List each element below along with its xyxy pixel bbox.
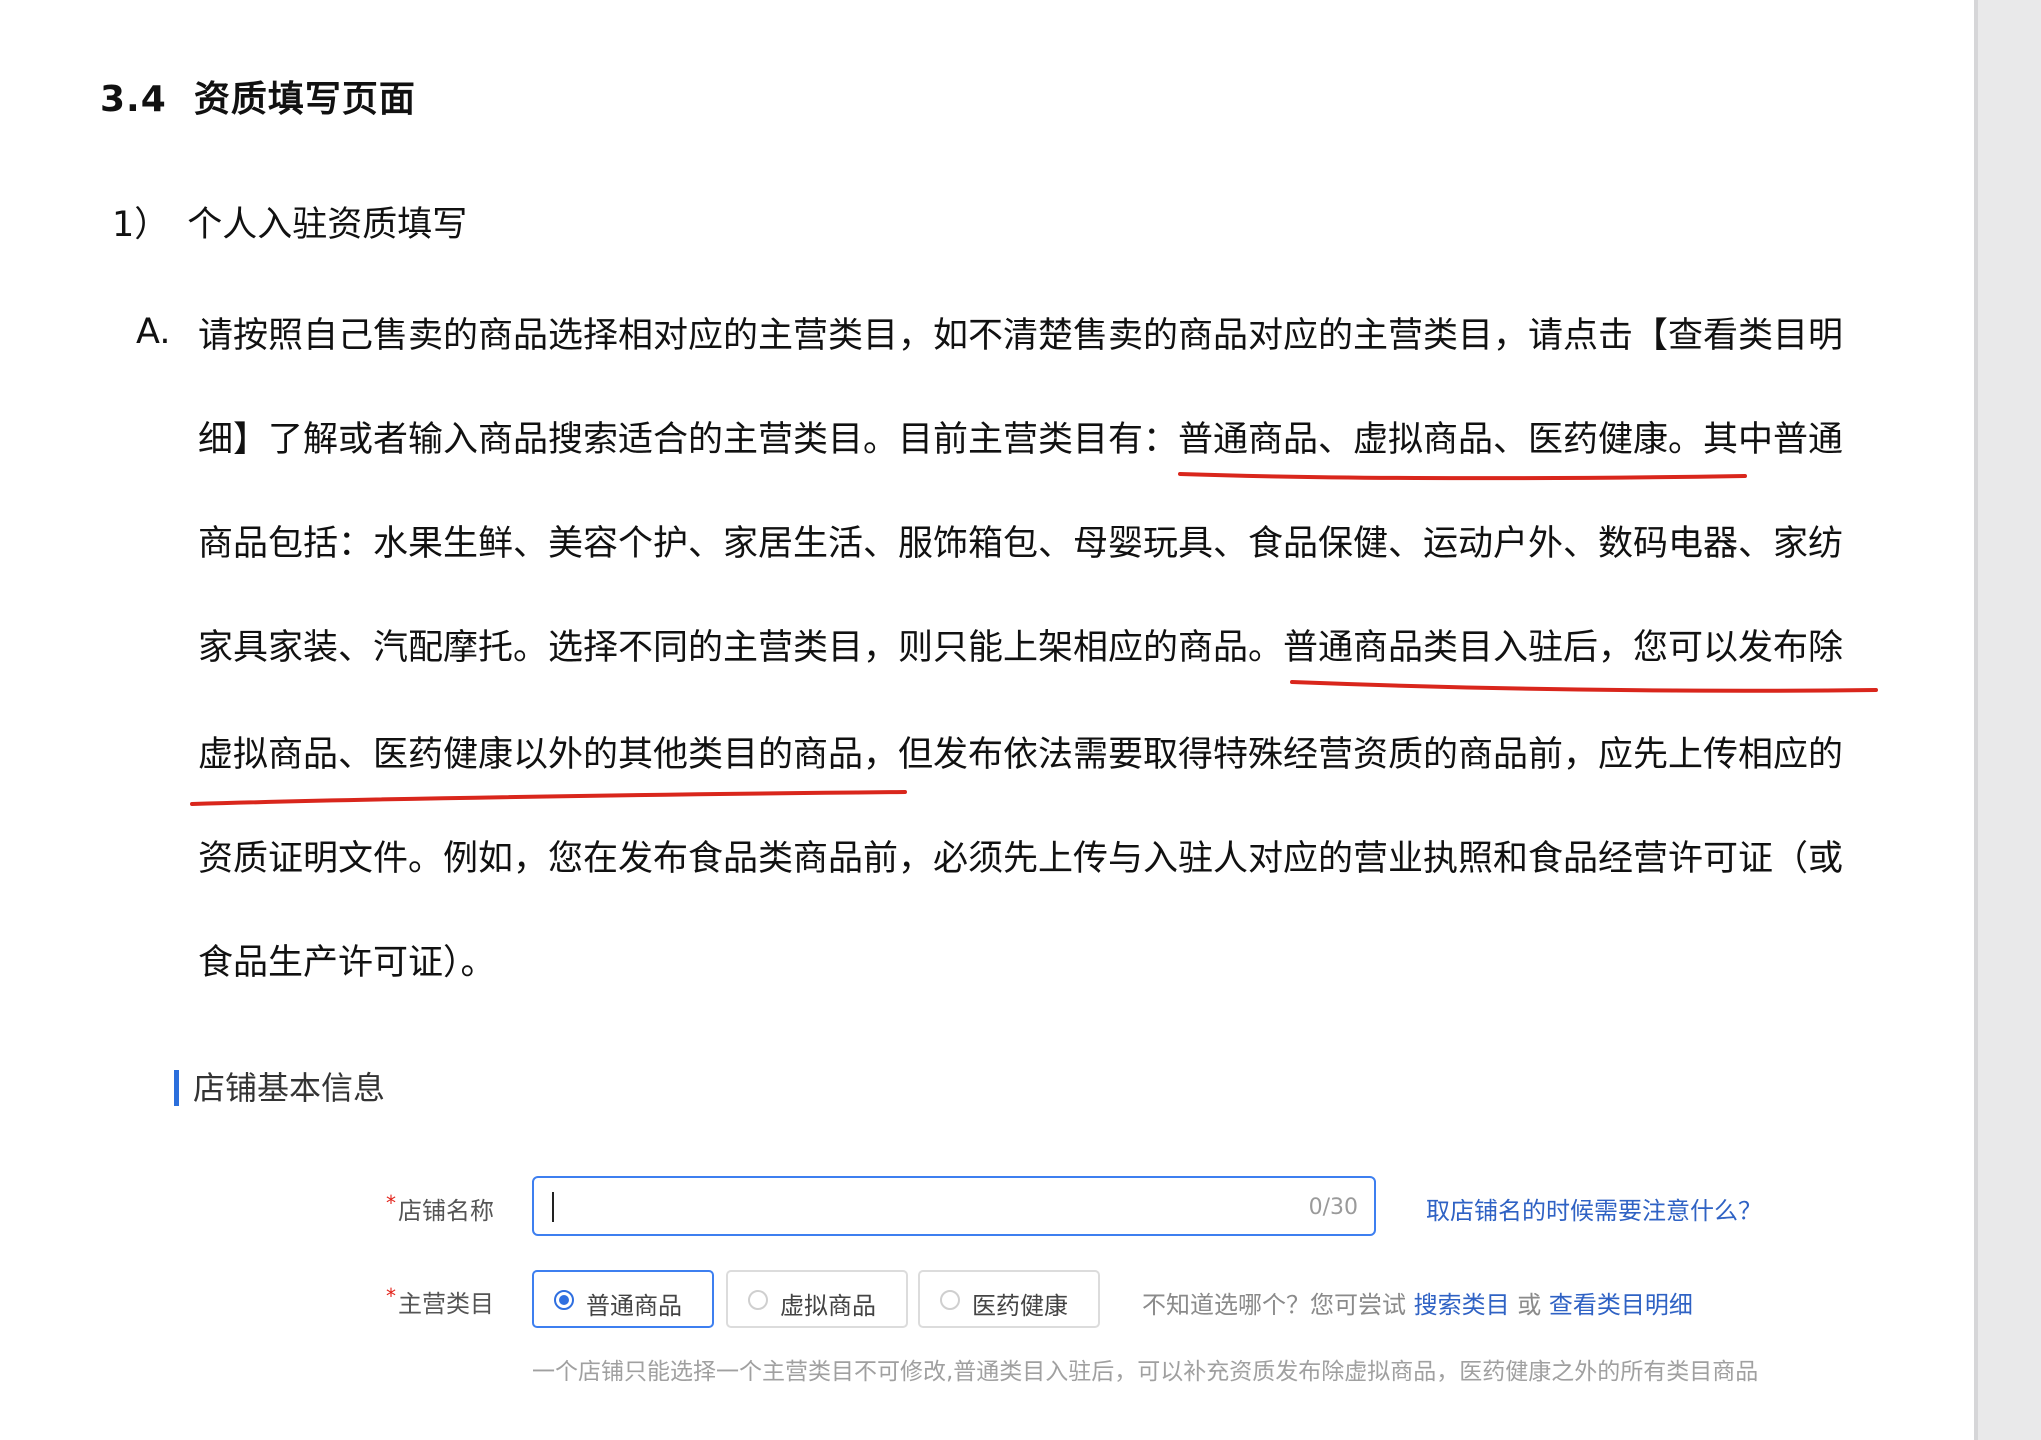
paragraph-line: 细】了解或者输入商品搜索适合的主营类目。目前主营类目有：普通商品、虚拟商品、医药… — [198, 420, 1844, 460]
paragraph-line: 商品包括：水果生鲜、美容个护、家居生活、服饰箱包、母婴玩具、食品保健、运动户外、… — [198, 524, 1844, 564]
scrollbar-edge — [1974, 0, 1978, 1440]
view-category-detail-link[interactable]: 查看类目明细 — [1549, 1291, 1693, 1319]
red-underline-mark — [1290, 680, 1878, 693]
main-category-label-text: 主营类目 — [398, 1290, 494, 1318]
section-heading: 3.4 资质填写页面 — [100, 70, 416, 122]
red-underline-mark — [1178, 472, 1747, 481]
red-underline-mark — [190, 790, 907, 806]
subsection-number: 1） — [112, 205, 170, 245]
store-name-input[interactable]: 0/30 — [532, 1176, 1376, 1236]
scrollbar-gutter[interactable] — [1974, 0, 2041, 1440]
category-hint: 不知道选哪个？您可尝试 搜索类目 或 查看类目明细 — [1142, 1285, 1693, 1320]
category-option-medical[interactable]: 医药健康 — [918, 1270, 1100, 1328]
radio-selected-icon — [554, 1290, 574, 1310]
store-name-label-text: 店铺名称 — [398, 1197, 494, 1225]
section-number: 3.4 — [100, 79, 167, 120]
required-mark: * — [386, 1284, 396, 1308]
text-caret — [552, 1192, 554, 1222]
store-name-label: *店铺名称 — [386, 1191, 494, 1226]
card-title: 店铺基本信息 — [174, 1070, 385, 1106]
paragraph-line: 家具家装、汽配摩托。选择不同的主营类目，则只能上架相应的商品。普通商品类目入驻后… — [198, 628, 1844, 668]
category-hint-prefix: 不知道选哪个？您可尝试 — [1142, 1291, 1406, 1319]
category-option-label: 医药健康 — [972, 1292, 1068, 1320]
category-option-general[interactable]: 普通商品 — [532, 1270, 714, 1328]
paragraph-line: 食品生产许可证）。 — [198, 943, 496, 983]
category-note: 一个店铺只能选择一个主营类目不可修改,普通类目入驻后，可以补充资质发布除虚拟商品… — [532, 1359, 1759, 1385]
char-counter: 0/30 — [1308, 1195, 1358, 1220]
category-option-label: 虚拟商品 — [780, 1292, 876, 1320]
subsection-title: 个人入驻资质填写 — [187, 205, 468, 245]
paragraph-line: 请按照自己售卖的商品选择相对应的主营类目，如不清楚售卖的商品对应的主营类目，请点… — [198, 316, 1844, 356]
store-name-help-link[interactable]: 取店铺名的时候需要注意什么？ — [1426, 1191, 1762, 1226]
category-option-virtual[interactable]: 虚拟商品 — [726, 1270, 908, 1328]
paragraph-line: 资质证明文件。例如，您在发布食品类商品前，必须先上传与入驻人对应的营业执照和食品… — [198, 839, 1844, 879]
radio-unselected-icon — [940, 1290, 960, 1310]
paragraph-line: 虚拟商品、医药健康以外的其他类目的商品，但发布依法需要取得特殊经营资质的商品前，… — [198, 735, 1844, 775]
required-mark: * — [386, 1191, 396, 1215]
document-page: 3.4 资质填写页面 1） 个人入驻资质填写 A. 请按照自己售卖的商品选择相对应… — [0, 0, 1974, 1440]
category-option-label: 普通商品 — [586, 1292, 682, 1320]
search-category-link[interactable]: 搜索类目 — [1414, 1291, 1510, 1319]
radio-unselected-icon — [748, 1290, 768, 1310]
category-hint-or: 或 — [1517, 1291, 1542, 1319]
subsection-heading: 1） 个人入驻资质填写 — [112, 196, 467, 247]
paragraph-marker: A. — [136, 312, 171, 352]
section-title: 资质填写页面 — [193, 79, 416, 120]
main-category-label: *主营类目 — [386, 1284, 494, 1319]
